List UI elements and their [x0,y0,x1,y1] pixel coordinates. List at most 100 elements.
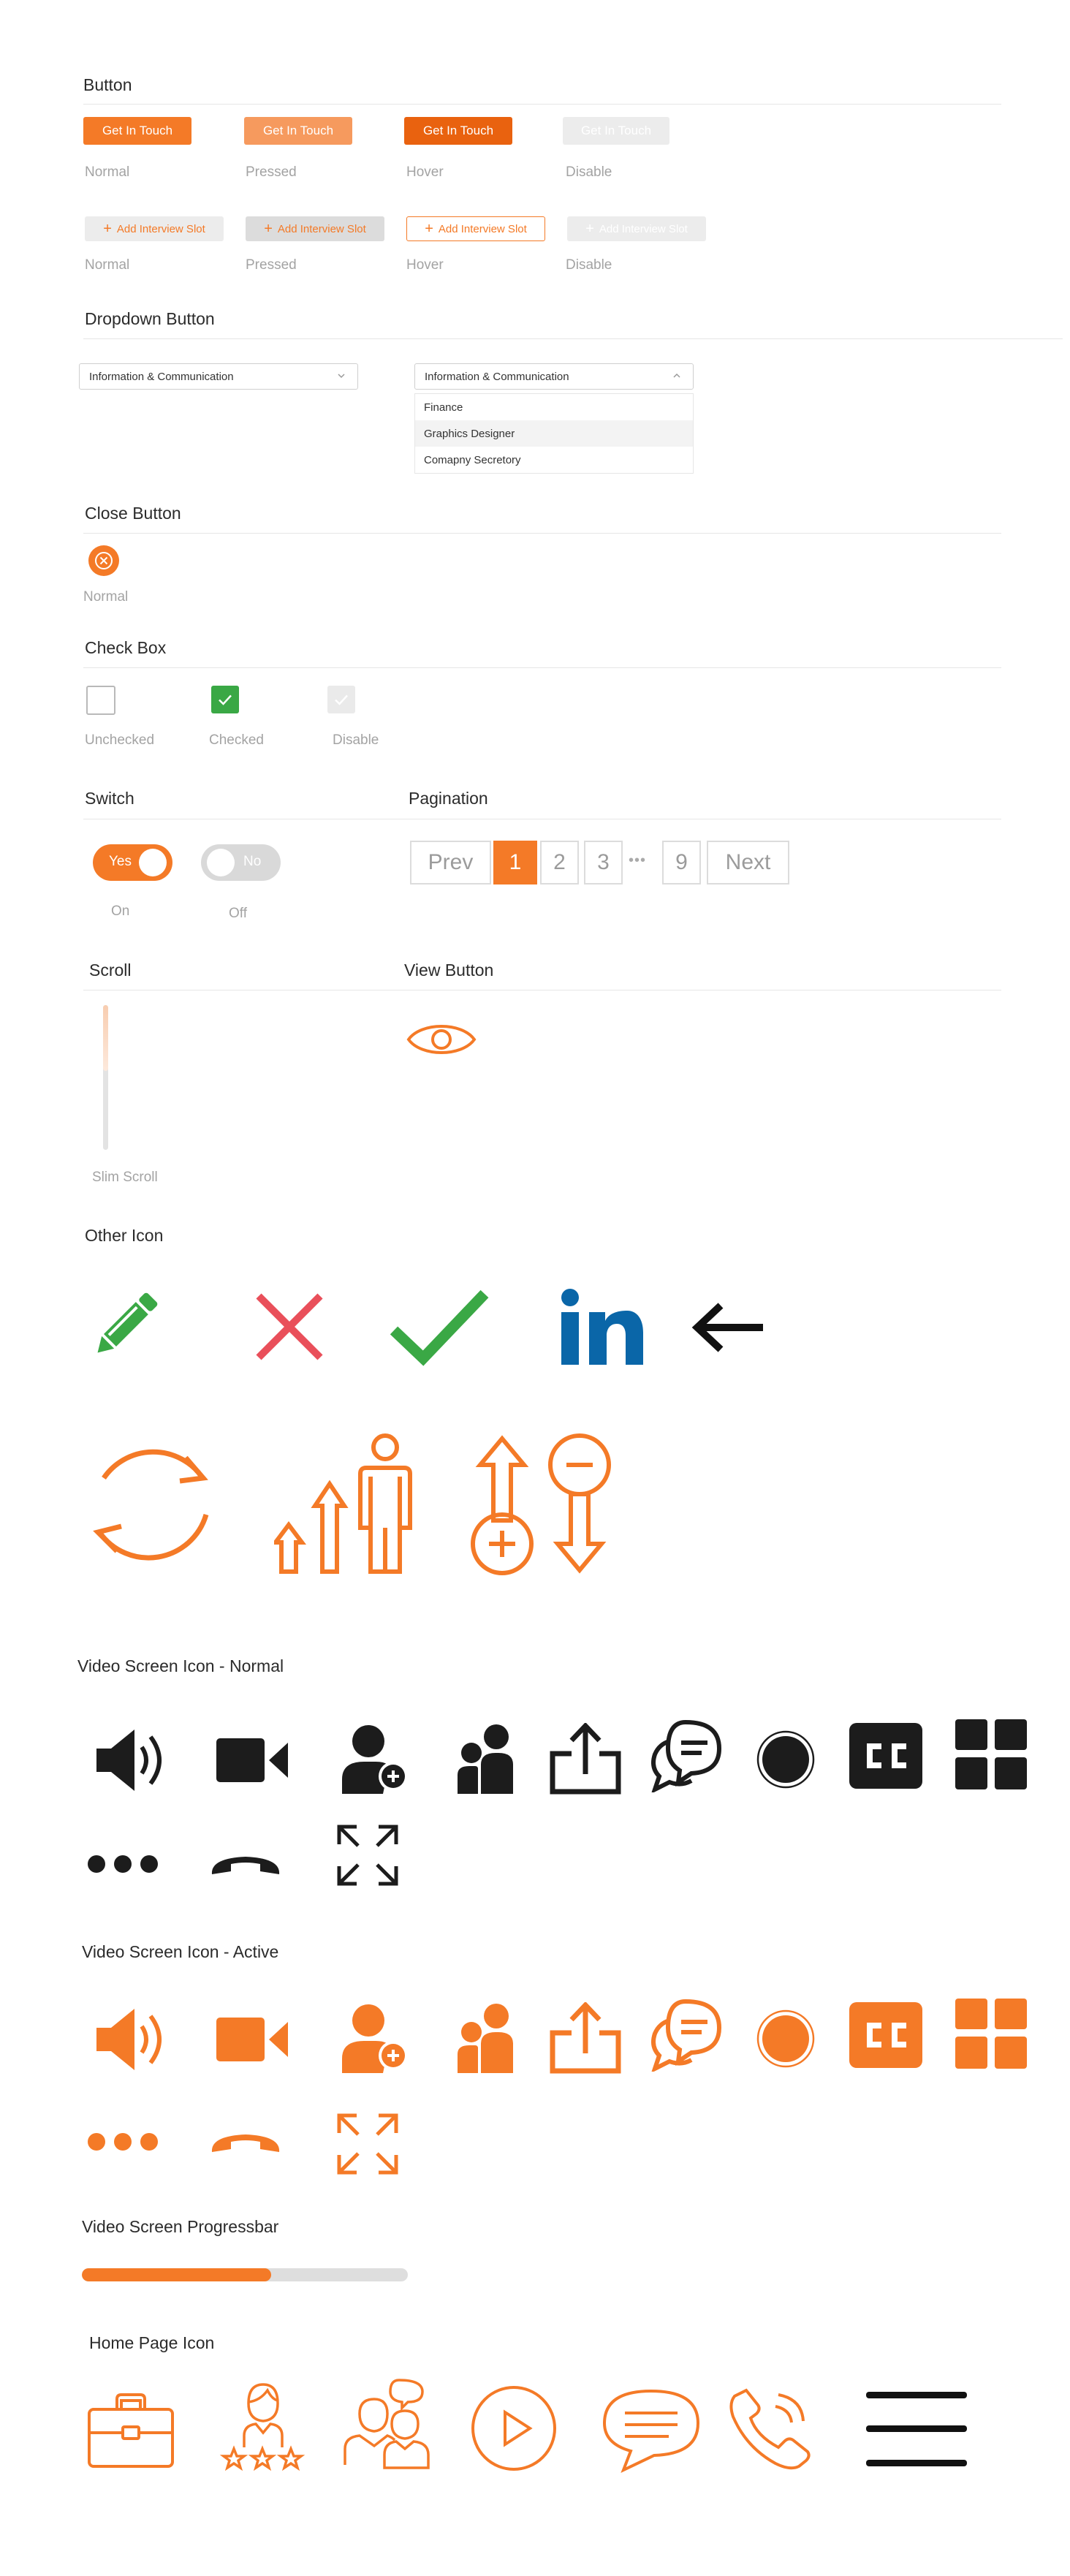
section-title-view: View Button [404,961,494,980]
close-caption: Normal [83,589,129,605]
section-title-video-active: Video Screen Icon - Active [82,1942,279,1961]
pagination-page[interactable]: 3 [584,841,623,884]
checkbox-unchecked[interactable] [86,686,115,715]
divider [83,104,1001,105]
add-user-icon[interactable] [342,2003,409,2073]
plus-icon: + [425,221,433,237]
record-icon[interactable] [756,1730,815,1789]
participants-icon[interactable] [458,2003,513,2073]
chat-icon[interactable] [649,1719,722,1792]
growth-person-icon [274,1433,419,1576]
view-button[interactable] [406,1018,477,1061]
section-title-other: Other Icon [85,1226,164,1245]
checkbox-checked[interactable] [211,686,239,713]
video-camera-icon[interactable] [216,2015,289,2064]
end-call-icon[interactable] [209,2127,282,2156]
refresh-icon [77,1433,222,1576]
pagination-next-button[interactable]: Next [707,841,789,884]
close-icon [88,545,119,576]
switch-knob [207,849,235,876]
checkbox-caption-disable: Disable [333,732,379,748]
dropdown-option-highlighted[interactable]: Graphics Designer [415,420,693,447]
get-in-touch-button-normal[interactable]: Get In Touch [83,117,191,145]
add-interview-slot-button-disabled: + Add Interview Slot [567,216,706,241]
add-interview-slot-label: Add Interview Slot [599,222,688,235]
state-caption-normal: Normal [85,257,130,273]
add-interview-slot-button-pressed[interactable]: + Add Interview Slot [246,216,384,241]
switch-on-label: Yes [109,854,132,869]
get-in-touch-button-disabled: Get In Touch [563,117,669,145]
dropdown-option[interactable]: Comapny Secretory [415,447,693,473]
closed-caption-icon[interactable] [849,1723,922,1789]
pagination-page[interactable]: 2 [540,841,579,884]
close-button[interactable] [88,545,119,576]
scroll-caption: Slim Scroll [92,1170,158,1185]
closed-caption-icon[interactable] [849,2002,922,2068]
divider [83,667,1001,668]
share-icon[interactable] [550,2002,621,2074]
checkbox-caption-checked: Checked [209,732,264,748]
more-icon[interactable] [86,1854,159,1874]
switch-off[interactable]: No [201,844,281,881]
pencil-icon [85,1285,165,1365]
phone-call-icon [727,2384,813,2471]
add-interview-slot-label: Add Interview Slot [438,222,527,235]
dropdown-selected-value: Information & Communication [89,370,234,383]
play-icon [470,2384,558,2472]
eye-icon [406,1025,477,1054]
section-title-checkbox: Check Box [85,638,167,657]
section-title-close: Close Button [85,504,181,523]
section-title-switch: Switch [85,789,134,808]
section-title-button: Button [83,75,132,94]
switch-knob [139,849,167,876]
state-caption-disable: Disable [566,257,612,273]
divider [83,338,1063,339]
switch-on[interactable]: Yes [93,844,172,881]
fullscreen-icon[interactable] [336,1824,399,1887]
fullscreen-icon[interactable] [336,2113,399,2175]
dropdown-selected-value: Information & Communication [425,370,569,383]
rated-candidate-icon [219,2382,306,2471]
add-interview-slot-button-normal[interactable]: + Add Interview Slot [85,216,224,241]
pagination-page[interactable]: 9 [662,841,701,884]
get-in-touch-button-pressed[interactable]: Get In Touch [244,117,352,145]
state-caption-hover: Hover [406,257,444,273]
add-user-icon[interactable] [342,1724,409,1794]
grid-icon[interactable] [955,1999,1027,2069]
arrow-left-icon [691,1301,766,1354]
video-camera-icon[interactable] [216,1735,289,1785]
zoom-in-out-icon [470,1433,615,1576]
pagination-page-current[interactable]: 1 [493,841,537,884]
switch-caption-on: On [111,904,130,919]
close-x-icon [253,1290,326,1363]
dropdown-menu: Finance Graphics Designer Comapny Secret… [414,393,694,474]
chat-icon[interactable] [649,1999,722,2072]
dropdown-closed[interactable]: Information & Communication [79,363,358,390]
more-icon[interactable] [86,2132,159,2152]
speaker-icon[interactable] [95,2006,168,2073]
checkbox-caption-unchecked: Unchecked [85,732,155,748]
grid-icon[interactable] [955,1719,1027,1789]
section-title-dropdown: Dropdown Button [85,309,215,328]
scroll-track[interactable] [103,1005,108,1150]
section-title-home: Home Page Icon [89,2333,215,2352]
message-icon [602,2388,701,2474]
section-title-pagination: Pagination [409,789,488,808]
get-in-touch-button-hover[interactable]: Get In Touch [404,117,512,145]
share-icon[interactable] [550,1723,621,1795]
menu-icon[interactable] [866,2392,967,2466]
speaker-icon[interactable] [95,1727,168,1794]
end-call-icon[interactable] [209,1849,282,1879]
pagination-prev-button[interactable]: Prev [410,841,491,884]
interview-people-icon [344,2377,431,2471]
dropdown-option[interactable]: Finance [415,394,693,420]
record-icon[interactable] [756,2009,815,2068]
video-progressbar[interactable] [82,2268,408,2281]
dropdown-open[interactable]: Information & Communication [414,363,694,390]
participants-icon[interactable] [458,1724,513,1794]
add-interview-slot-button-hover[interactable]: + Add Interview Slot [406,216,545,241]
scroll-thumb[interactable] [103,1005,108,1071]
section-title-progress: Video Screen Progressbar [82,2217,279,2236]
pagination-ellipsis: ••• [629,852,647,868]
plus-icon: + [103,221,112,237]
